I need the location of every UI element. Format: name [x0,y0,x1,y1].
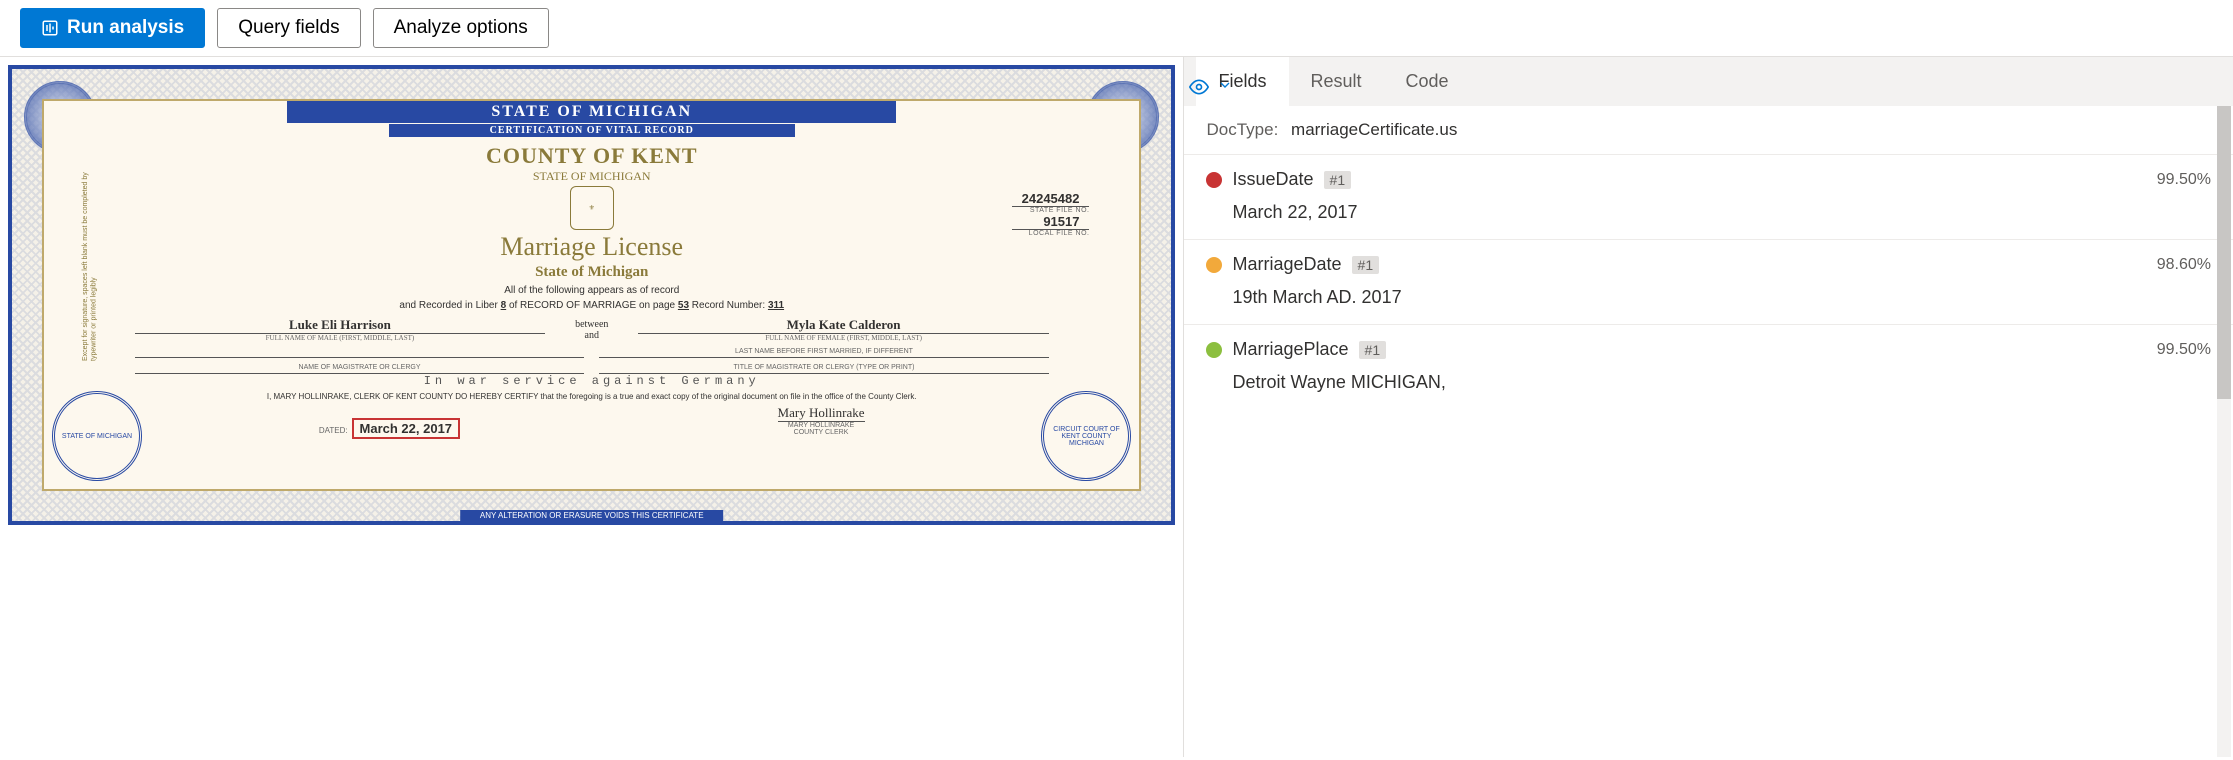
field-row[interactable]: MarriageDate #1 98.60% 19th March AD. 20… [1184,239,2233,324]
war-service-text: In war service against Germany [424,374,760,388]
field-badge: #1 [1324,171,1352,189]
page-value: 53 [678,300,689,311]
last-name-row: LAST NAME BEFORE FIRST MARRIED, IF DIFFE… [135,348,1049,358]
field-row[interactable]: MarriagePlace #1 99.50% Detroit Wayne MI… [1184,324,2233,409]
field-badge: #1 [1359,341,1387,359]
county-heading: COUNTY OF KENT [486,143,698,169]
fields-panel: DocType: marriageCertificate.us IssueDat… [1184,106,2233,757]
alteration-warning: ANY ALTERATION OR ERASURE VOIDS THIS CER… [460,510,724,521]
signature-col: Mary Hollinrake MARY HOLLINRAKE COUNTY C… [778,405,865,436]
female-name-col: Myla Kate Calderon FULL NAME OF FEMALE (… [638,317,1048,342]
query-fields-button[interactable]: Query fields [217,8,360,48]
male-name-label: FULL NAME OF MALE (FIRST, MIDDLE, LAST) [135,334,545,342]
field-row[interactable]: IssueDate #1 99.50% March 22, 2017 [1184,154,2233,239]
file-numbers: 24245482 STATE FILE NO. 91517 LOCAL FILE… [1012,191,1090,237]
local-file-label: LOCAL FILE NO. [1012,230,1090,237]
dated-label: DATED: [319,426,348,435]
state-banner: STATE OF MICHIGAN [287,101,896,123]
female-name-label: FULL NAME OF FEMALE (FIRST, MIDDLE, LAST… [638,334,1048,342]
results-panel: Fields Result Code DocType: marriageCert… [1183,57,2233,757]
state-subheading: STATE OF MICHIGAN [533,169,651,184]
text: Record Number: [692,300,765,311]
male-name-col: Luke Eli Harrison FULL NAME OF MALE (FIR… [135,317,545,342]
state-file-no: 24245482 [1012,191,1090,207]
record-line1: All of the following appears as of recor… [504,285,679,296]
doctype-value: marriageCertificate.us [1291,120,1457,139]
signature-name: MARY HOLLINRAKE [778,422,865,429]
text: of RECORD OF MARRIAGE on page [509,300,675,311]
field-header: IssueDate #1 99.50% [1206,169,2211,190]
magistrate-row: NAME OF MAGISTRATE OR CLERGY TITLE OF MA… [135,364,1049,374]
field-color-dot-icon [1206,257,1222,273]
analysis-icon [41,19,59,37]
text: and [575,330,608,341]
field-value: Detroit Wayne MICHIGAN, [1232,372,2211,393]
between-text: between and [575,319,608,341]
chevron-down-icon[interactable] [1217,77,1233,100]
last-name-before: LAST NAME BEFORE FIRST MARRIED, IF DIFFE… [599,348,1048,358]
coat-of-arms-icon: ⚜ [570,186,614,230]
field-confidence: 98.60% [2157,256,2211,274]
field-name: MarriagePlace [1232,339,1348,360]
male-name: Luke Eli Harrison [135,317,545,334]
record-line2: and Recorded in Liber 8 of RECORD OF MAR… [399,300,784,311]
signature-row: DATED: March 22, 2017 Mary Hollinrake MA… [160,405,1023,436]
blank-col [135,348,584,358]
field-value: March 22, 2017 [1232,202,2211,223]
scroll-thumb[interactable] [2217,106,2231,399]
document-preview: STATE OF MICHIGAN CERTIFICATION OF VITAL… [0,57,1183,757]
field-confidence: 99.50% [2157,341,2211,359]
magistrate-title: TITLE OF MAGISTRATE OR CLERGY (TYPE OR P… [599,364,1048,374]
local-file-no: 91517 [1012,214,1090,230]
tab-code[interactable]: Code [1384,57,1471,106]
text: and Recorded in Liber [399,300,497,311]
liber-value: 8 [501,300,507,311]
dated-col: DATED: March 22, 2017 [319,420,460,436]
names-row: Luke Eli Harrison FULL NAME OF MALE (FIR… [135,317,1049,342]
main-area: STATE OF MICHIGAN CERTIFICATION OF VITAL… [0,57,2233,757]
result-tabs: Fields Result Code [1184,57,2233,106]
issue-date-highlight: March 22, 2017 [352,418,461,439]
certify-text: I, MARY HOLLINRAKE, CLERK OF KENT COUNTY… [160,392,1023,401]
state-file-label: STATE FILE NO. [1012,207,1090,214]
certificate-body: STATE OF MICHIGAN CERTIFICATION OF VITAL… [42,99,1141,491]
state-seal-icon: STATE OF MICHIGAN [52,391,142,481]
signature-title: COUNTY CLERK [778,429,865,436]
text: between [575,319,608,330]
side-instruction: Except for signature, spaces left blank … [82,161,99,361]
field-color-dot-icon [1206,172,1222,188]
analyze-options-button[interactable]: Analyze options [373,8,549,48]
signature: Mary Hollinrake [778,405,865,422]
document-title: Marriage License [500,232,683,262]
field-confidence: 99.50% [2157,171,2211,189]
field-header: MarriageDate #1 98.60% [1206,254,2211,275]
field-name: IssueDate [1232,169,1313,190]
record-number-value: 311 [768,300,784,311]
field-header: MarriagePlace #1 99.50% [1206,339,2211,360]
field-color-dot-icon [1206,342,1222,358]
female-name: Myla Kate Calderon [638,317,1048,334]
vital-record-banner: CERTIFICATION OF VITAL RECORD [389,124,795,137]
state-line: State of Michigan [535,264,648,281]
run-analysis-button[interactable]: Run analysis [20,8,205,48]
field-badge: #1 [1352,256,1380,274]
doctype-row: DocType: marriageCertificate.us [1184,106,2233,154]
preview-controls [1189,77,1233,100]
field-name: MarriageDate [1232,254,1341,275]
visibility-icon[interactable] [1189,77,1209,100]
tab-result[interactable]: Result [1289,57,1384,106]
doctype-label: DocType: [1206,120,1278,139]
toolbar: Run analysis Query fields Analyze option… [0,0,2233,57]
magistrate-name: NAME OF MAGISTRATE OR CLERGY [135,364,584,374]
run-analysis-label: Run analysis [67,17,184,39]
scrollbar[interactable] [2217,106,2231,757]
court-seal-icon: CIRCUIT COURT OF KENT COUNTY MICHIGAN [1041,391,1131,481]
certificate-image[interactable]: STATE OF MICHIGAN CERTIFICATION OF VITAL… [8,65,1175,525]
field-value: 19th March AD. 2017 [1232,287,2211,308]
